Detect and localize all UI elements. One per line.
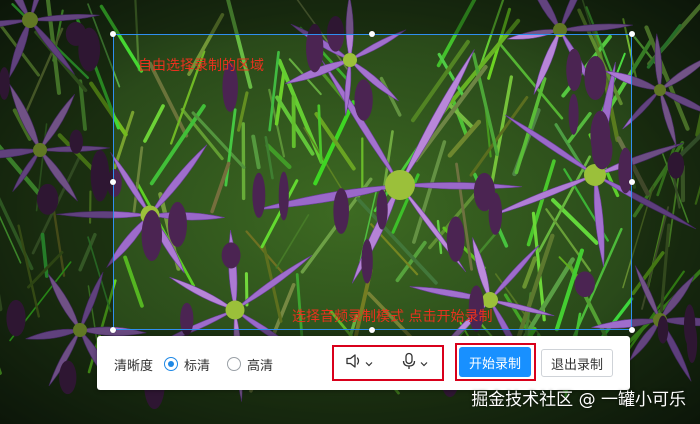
annotation-select-area: 自由选择录制的区域 [138, 58, 264, 74]
capture-area-selection[interactable] [110, 31, 635, 333]
resize-handle-top-right[interactable] [629, 31, 635, 37]
speaker-dropdown[interactable] [344, 352, 374, 374]
recording-toolbar: 清晰度 标清 高清 开始录制 退出录制 [97, 336, 630, 390]
exit-recording-button[interactable]: 退出录制 [541, 349, 613, 377]
resize-handle-bottom-left[interactable] [110, 327, 116, 333]
start-recording-button[interactable]: 开始录制 [459, 347, 531, 377]
microphone-dropdown[interactable] [399, 352, 429, 374]
resize-handle-top[interactable] [369, 31, 375, 37]
quality-option-hd-label[interactable]: 高清 [247, 355, 273, 374]
speaker-icon [344, 351, 364, 375]
resize-handle-bottom-right[interactable] [629, 327, 635, 333]
chevron-down-icon [364, 354, 374, 373]
quality-radio-standard[interactable] [164, 357, 178, 371]
chevron-down-icon [419, 354, 429, 373]
quality-radio-hd[interactable] [227, 357, 241, 371]
microphone-icon [399, 351, 419, 375]
watermark: 掘金技术社区 @ 一罐小可乐 [471, 390, 686, 410]
resize-handle-left[interactable] [110, 179, 116, 185]
resize-handle-top-left[interactable] [110, 31, 116, 37]
quality-option-standard-label[interactable]: 标清 [184, 355, 210, 374]
annotation-start-recording: 选择音频录制模式 点击开始录制 [292, 309, 493, 325]
resize-handle-right[interactable] [629, 179, 635, 185]
resize-handle-bottom[interactable] [369, 327, 375, 333]
quality-label: 清晰度 [114, 359, 154, 374]
